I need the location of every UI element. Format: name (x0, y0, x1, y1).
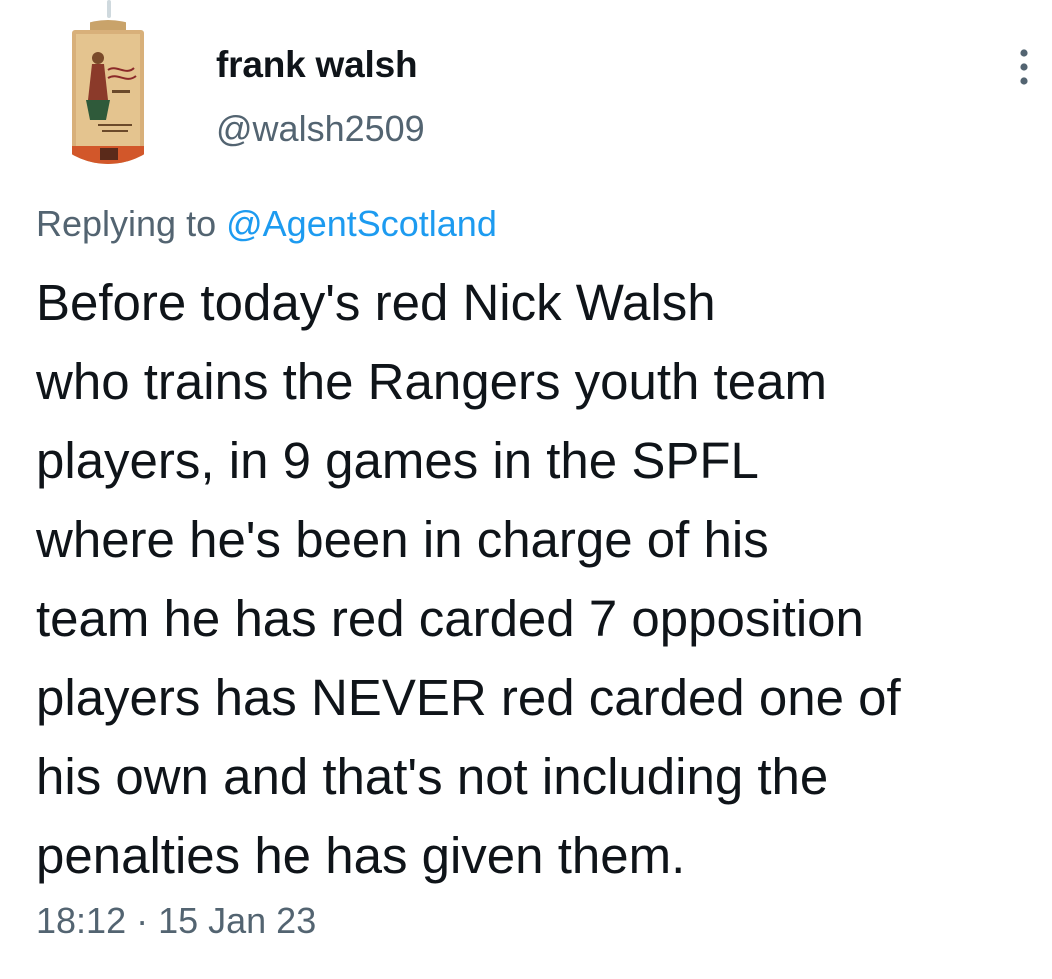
tweet-text-line: players has NEVER red carded one of (36, 669, 901, 726)
more-options-icon (1020, 49, 1028, 85)
tweet-text-line: Before today's red Nick Walsh (36, 274, 716, 331)
tweet-timestamp[interactable]: 18:12 · 15 Jan 23 (36, 900, 316, 942)
author-avatar[interactable] (36, 20, 180, 164)
reply-mention-link[interactable]: @AgentScotland (226, 203, 497, 244)
bottle-label-avatar-icon (36, 20, 180, 164)
more-options-button[interactable] (1006, 44, 1042, 90)
reply-context-prefix: Replying to (36, 203, 217, 244)
tweet-text-line: players, in 9 games in the SPFL (36, 432, 759, 489)
tweet-text-line: team he has red carded 7 opposition (36, 590, 864, 647)
tweet-text: Before today's red Nick Walsh who trains… (36, 263, 1048, 895)
author-display-name[interactable]: frank walsh (216, 44, 418, 86)
tweet-text-line: who trains the Rangers youth team (36, 353, 827, 410)
reply-context: Replying to @AgentScotland (36, 203, 497, 245)
tweet-text-line: his own and that's not including the (36, 748, 829, 805)
thread-connector-line (107, 0, 111, 18)
tweet-text-line: penalties he has given them. (36, 827, 686, 884)
author-handle[interactable]: @walsh2509 (216, 108, 425, 150)
tweet-text-line: where he's been in charge of his (36, 511, 769, 568)
